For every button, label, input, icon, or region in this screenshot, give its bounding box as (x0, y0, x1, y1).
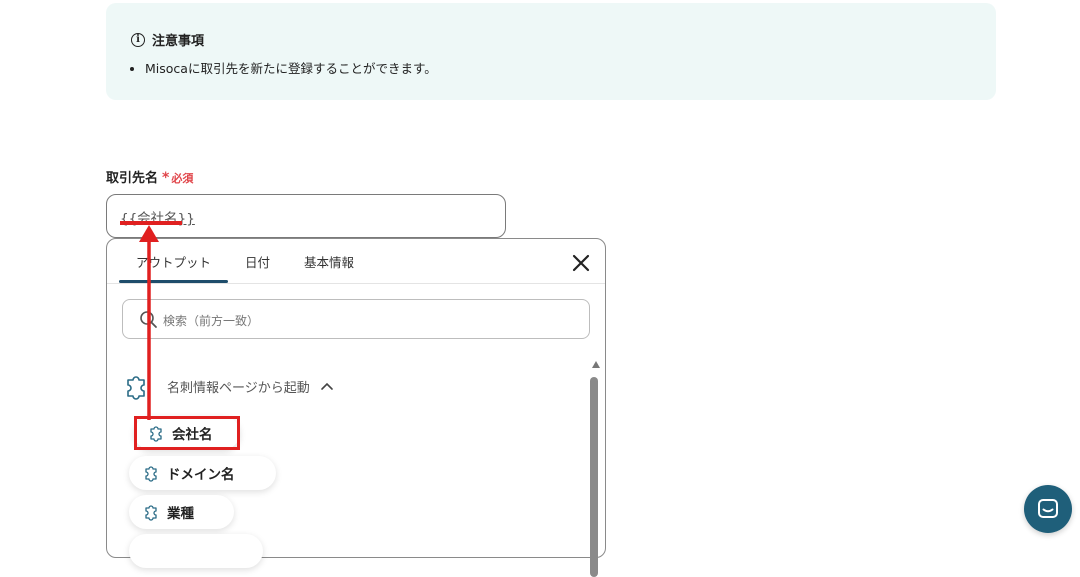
chat-icon (1038, 499, 1058, 518)
list-item-label: 業種 (167, 506, 194, 522)
scroll-thumb[interactable] (590, 377, 598, 577)
notice-item: Misocaに取引先を新たに登録することができます。 (145, 60, 437, 78)
tabs-divider (107, 283, 605, 284)
list-item-domain-name[interactable]: ドメイン名 (129, 456, 276, 490)
tab-basic-info[interactable]: 基本情報 (287, 239, 371, 283)
puzzle-icon (145, 505, 157, 521)
chat-support-button[interactable] (1024, 485, 1072, 533)
list-item-partial[interactable] (129, 534, 263, 568)
close-icon[interactable] (571, 253, 591, 273)
search-placeholder: 検索（前方一致） (163, 314, 260, 328)
chevron-up-icon (320, 382, 333, 390)
field-label-text: 取引先名 (106, 171, 159, 186)
tab-date[interactable]: 日付 (228, 239, 287, 283)
list-item-label: ドメイン名 (167, 467, 235, 483)
scrollbar[interactable] (589, 361, 601, 577)
scroll-up-icon[interactable] (592, 361, 600, 368)
notice-title: i 注意事項 (131, 30, 204, 49)
section-label: 名刺情報ページから起動 (167, 380, 310, 396)
required-text: 必須 (171, 172, 194, 185)
field-label: 取引先名 * 必須 (106, 167, 193, 186)
search-input[interactable]: 検索（前方一致） (122, 299, 590, 339)
info-icon: i (131, 32, 145, 47)
annotation-arrow-icon (139, 225, 159, 420)
list-item-industry[interactable]: 業種 (129, 495, 234, 529)
required-star: * (162, 170, 170, 186)
notice-list: Misocaに取引先を新たに登録することができます。 (128, 60, 437, 78)
notice-title-text: 注意事項 (152, 34, 205, 49)
puzzle-icon (145, 466, 157, 482)
notice-box: i 注意事項 Misocaに取引先を新たに登録することができます。 (106, 3, 996, 100)
